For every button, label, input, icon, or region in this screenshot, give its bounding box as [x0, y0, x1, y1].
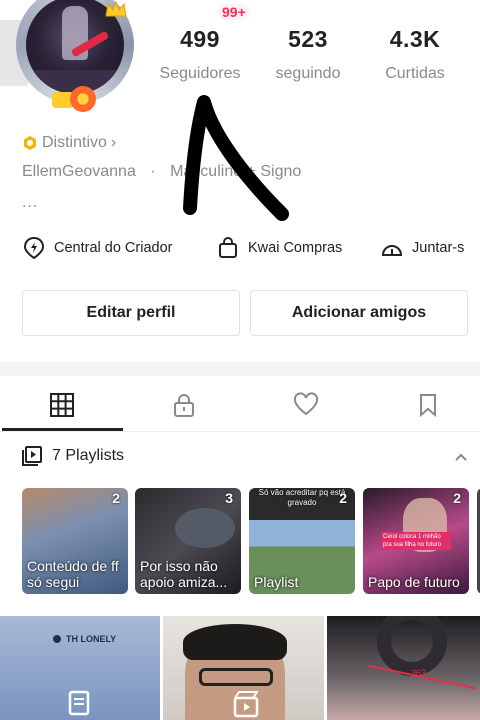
chevron-right-icon: › [110, 134, 117, 151]
followers-label: Seguidores [159, 65, 241, 82]
playlist-count: 2 [453, 490, 461, 506]
likes-label: Curtidas [385, 65, 445, 82]
playlist-count: 2 [339, 490, 347, 506]
creator-center-shortcut[interactable]: Central do Criador [22, 236, 172, 260]
lock-icon [174, 394, 194, 417]
gender[interactable]: Masculino [170, 163, 242, 180]
more-bio[interactable]: ... [22, 194, 38, 212]
following-label: seguindo [275, 65, 341, 82]
clapperboard-icon [233, 691, 259, 718]
kwai-shop-shortcut[interactable]: Kwai Compras [216, 236, 342, 260]
edit-profile-button[interactable]: Editar perfil [22, 290, 240, 336]
hexagon-badge-icon [24, 136, 36, 150]
grid-icon [50, 393, 74, 417]
video-thumbnail[interactable]: 363 [327, 616, 480, 720]
distintivo-label: Distintivo [42, 134, 107, 151]
logo-icon [53, 635, 61, 643]
followers-stat[interactable]: 499 Seguidores [144, 26, 256, 83]
likes-stat[interactable]: 4.3K Curtidas [359, 26, 471, 83]
username: EllemGeovanna [22, 163, 136, 180]
sign[interactable]: + Signo [247, 163, 302, 180]
crown-icon [105, 0, 127, 17]
profile-tabs [0, 378, 480, 432]
playlist-count: 2 [112, 490, 120, 506]
heart-icon [293, 392, 319, 416]
playlist-title: Conteúdo de ff só segui [27, 558, 119, 590]
separator: · [150, 163, 156, 180]
thumbnail-text: TH LONELY [66, 634, 117, 644]
shortcut-label: Kwai Compras [248, 240, 343, 256]
following-count: 523 [288, 26, 328, 52]
playlist-card[interactable]: Só vão acreditar pq está gravado 2 Playl… [249, 488, 355, 594]
video-thumbnail[interactable]: TH LONELY [0, 616, 160, 720]
active-tab-indicator [2, 428, 123, 431]
notification-badge[interactable]: 99+ [218, 4, 250, 20]
playlist-title: Por isso não apoio amiza... [140, 558, 228, 590]
following-stat[interactable]: 523 seguindo [252, 26, 364, 83]
tent-icon [381, 245, 403, 256]
avatar-area[interactable] [0, 0, 140, 118]
distintivo-link[interactable]: Distintivo › [22, 134, 116, 152]
add-friends-button[interactable]: Adicionar amigos [250, 290, 468, 336]
document-icon [68, 690, 90, 716]
tab-posts[interactable] [2, 378, 122, 432]
scribble-annotation [183, 95, 289, 221]
video-thumbnail[interactable] [163, 616, 324, 720]
shopping-bag-icon [219, 237, 237, 258]
tab-private[interactable] [124, 378, 244, 432]
playlists-count-label: 7 Playlists [52, 447, 125, 464]
tab-liked[interactable] [246, 378, 366, 432]
playlists-header[interactable]: 7 Playlists [22, 446, 124, 466]
chevron-up-icon[interactable] [452, 448, 470, 466]
join-shortcut[interactable]: Juntar-s [380, 236, 464, 260]
playlist-carousel[interactable]: 2 Conteúdo de ff só segui 3 Por isso não… [0, 488, 480, 594]
thumbnail-text: 363 [411, 668, 427, 678]
playlist-card[interactable]: Cerol coloca 1 milhão pra sua filha no f… [363, 488, 469, 594]
section-divider [0, 362, 480, 376]
playlist-title: Playlist [254, 574, 299, 590]
playlist-card[interactable]: 3 Por isso não apoio amiza... [135, 488, 241, 594]
followers-count: 499 [180, 26, 220, 52]
flower-icon [70, 86, 96, 112]
shortcut-label: Juntar-s [412, 240, 465, 256]
playlist-card[interactable]: 2 Conteúdo de ff só segui [22, 488, 128, 594]
playlist-icon [22, 446, 42, 466]
likes-count: 4.3K [389, 26, 441, 52]
bookmark-icon [420, 394, 436, 418]
playlist-title: Papo de futuro [368, 574, 460, 590]
playlist-count: 3 [225, 490, 233, 506]
playlist-caption: Só vão acreditar pq está gravado [258, 488, 346, 507]
profile-details: EllemGeovanna · Masculino + Signo [22, 163, 301, 181]
lightning-pin-icon [23, 236, 45, 260]
shortcut-label: Central do Criador [54, 240, 173, 256]
shortcut-row: Central do Criador Kwai Compras Juntar-s [0, 236, 480, 264]
video-grid: TH LONELY 363 [0, 616, 480, 720]
tab-saved[interactable] [368, 378, 480, 432]
playlist-caption: Cerol coloca 1 milhão pra sua filha no f… [381, 532, 451, 550]
